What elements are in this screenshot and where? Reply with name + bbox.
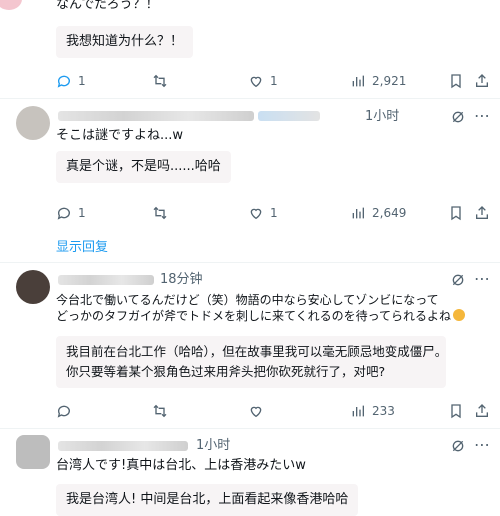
- share-icon: [476, 206, 488, 219]
- translation-text: 我目前在台北工作（哈哈），但在故事里我可以毫无顾忌地变成僵尸。: [66, 344, 448, 359]
- like-icon: [250, 406, 262, 418]
- bookmark-icon: [451, 404, 461, 419]
- views-icon: [352, 75, 364, 87]
- translation-box: 我是台湾人! 中间是台北，上面看起来像香港哈哈: [56, 484, 359, 516]
- like-icon: [250, 76, 262, 88]
- post-time[interactable]: 1小时: [196, 437, 230, 455]
- reply-icon: [57, 405, 70, 418]
- avatar[interactable]: [16, 435, 50, 469]
- translation-box: 真是个谜，不是吗......哈哈: [56, 151, 231, 183]
- avatar-partial: [0, 0, 22, 10]
- grok-icon[interactable]: [450, 109, 466, 125]
- show-replies-link[interactable]: 显示回复: [56, 236, 108, 255]
- more-icon[interactable]: ⋯: [474, 106, 490, 125]
- bookmark-icon: [451, 74, 461, 89]
- grok-icon[interactable]: [450, 272, 466, 288]
- more-icon[interactable]: ⋯: [474, 435, 490, 454]
- like-icon: [250, 208, 262, 220]
- post-text: そこは謎ですよね...w: [56, 128, 184, 143]
- share-icon: [476, 74, 488, 87]
- post-time[interactable]: 18分钟: [160, 271, 203, 289]
- post-text-line: どっかのタフガイが斧でトドメを刺しに来てくれるのを待ってられるよね: [56, 307, 466, 325]
- reply-button[interactable]: [56, 403, 72, 419]
- post-text: なんでだろう？！: [56, 0, 159, 12]
- retweet-icon: [153, 206, 167, 220]
- views-icon: [352, 207, 364, 219]
- views-icon: [352, 405, 364, 417]
- retweet-button[interactable]: [152, 73, 168, 89]
- like-button[interactable]: [248, 403, 264, 419]
- verified-badge-blurred: [258, 111, 320, 121]
- share-button[interactable]: [474, 205, 490, 221]
- translation-box: 我想知道为什么？！: [56, 26, 194, 58]
- share-button[interactable]: [474, 403, 490, 419]
- emoji-face-icon: [453, 309, 466, 321]
- avatar[interactable]: [16, 106, 50, 140]
- retweet-icon: [153, 74, 167, 88]
- username-blurred: [58, 111, 254, 121]
- retweet-button[interactable]: [152, 403, 168, 419]
- views-button[interactable]: 2,921: [350, 73, 406, 89]
- bookmark-button[interactable]: [448, 73, 464, 89]
- reply-icon: [57, 75, 70, 88]
- translation-text: 真是个谜，不是吗......哈哈: [66, 159, 221, 174]
- reply-button[interactable]: 1: [56, 205, 86, 221]
- translation-text: 我想知道为什么？！: [66, 34, 184, 49]
- bookmark-button[interactable]: [448, 205, 464, 221]
- like-button[interactable]: 1: [248, 73, 278, 89]
- retweet-button[interactable]: [152, 205, 168, 221]
- more-icon[interactable]: ⋯: [474, 269, 490, 288]
- bookmark-icon: [451, 206, 461, 221]
- reply-button[interactable]: 1: [56, 73, 86, 89]
- share-button[interactable]: [474, 73, 490, 89]
- divider: [0, 428, 500, 429]
- views-button[interactable]: 2,649: [350, 205, 406, 221]
- post-text: 台湾人です!真中は台北、上は香港みたいw: [56, 458, 306, 473]
- grok-icon[interactable]: [450, 438, 466, 454]
- divider: [0, 262, 500, 263]
- avatar[interactable]: [16, 270, 50, 304]
- divider: [0, 98, 500, 99]
- translation-box: 我目前在台北工作（哈哈），但在故事里我可以毫无顾忌地变成僵尸。 你只要等着某个狠…: [56, 336, 448, 388]
- views-button[interactable]: 233: [350, 403, 395, 419]
- bookmark-button[interactable]: [448, 403, 464, 419]
- username-blurred: [58, 275, 154, 285]
- share-icon: [476, 404, 488, 417]
- translation-text: 你只要等着某个狠角色过来用斧头把你砍死就行了，对吧?: [66, 364, 386, 379]
- retweet-icon: [153, 404, 167, 418]
- username-blurred: [58, 441, 188, 451]
- reply-icon: [57, 207, 70, 220]
- post-time[interactable]: 1小时: [365, 108, 399, 126]
- like-button[interactable]: 1: [248, 205, 278, 221]
